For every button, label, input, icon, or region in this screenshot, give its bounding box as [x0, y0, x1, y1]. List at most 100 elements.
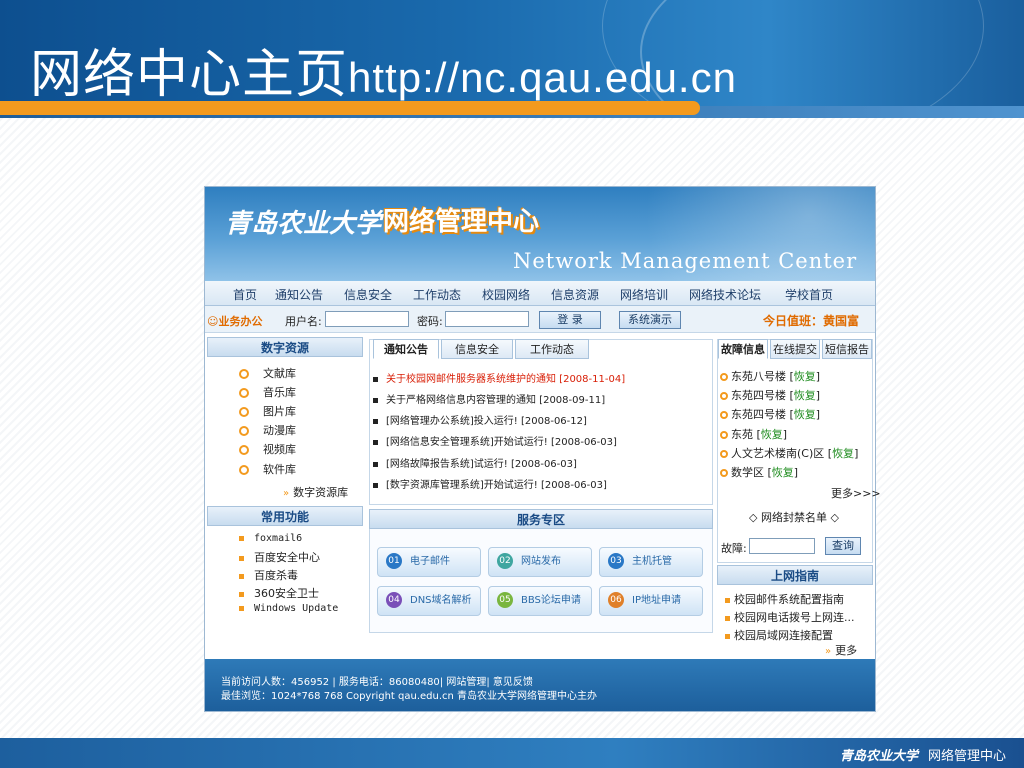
slide-footer: 青岛农业大学 网络管理中心: [0, 738, 1024, 768]
bullet-icon: [373, 439, 378, 445]
common-functions-header: 常用功能: [207, 506, 363, 526]
common-item[interactable]: 360安全卫士: [239, 585, 319, 601]
service-hosting[interactable]: 03 主机托管: [599, 547, 703, 577]
demo-button[interactable]: 系统演示: [619, 311, 681, 329]
bullet-icon: [239, 369, 249, 379]
common-item[interactable]: Windows Update: [239, 603, 338, 614]
bullet-icon: [720, 431, 728, 439]
news-item[interactable]: [网络故障报告系统]试运行! [2008-06-03]: [373, 455, 577, 470]
bullet-icon: [239, 535, 244, 541]
guide-item[interactable]: 校园局域网连接配置: [725, 627, 833, 643]
fault-more-link[interactable]: 更多>>>: [831, 485, 881, 501]
bullet-icon: [239, 426, 249, 436]
bullet-icon: [725, 615, 730, 621]
service-ip[interactable]: 06 IP地址申请: [599, 586, 703, 616]
service-email[interactable]: 01 电子邮件: [377, 547, 481, 577]
service-dns[interactable]: 04 DNS域名解析: [377, 586, 481, 616]
tab-sms-report[interactable]: 短信报告: [822, 339, 872, 359]
digital-more-link[interactable]: » 数字资源库: [283, 484, 348, 500]
duty-person: 今日值班：黄国富: [762, 314, 859, 328]
username-label: 用户名:: [285, 315, 322, 328]
bullet-icon: [720, 373, 728, 381]
fault-label: 故障:: [721, 542, 747, 555]
fault-item[interactable]: 人文艺术楼南(C)区 [恢复]: [720, 445, 858, 461]
nav-item-campus-net[interactable]: 校园网络: [482, 286, 530, 303]
tab-security[interactable]: 信息安全: [441, 339, 513, 359]
nav-item-notice[interactable]: 通知公告: [275, 286, 323, 303]
fault-item[interactable]: 东苑四号楼 [恢复]: [720, 406, 820, 422]
common-item[interactable]: 百度安全中心: [239, 549, 320, 565]
blocklist-link[interactable]: ◇ 网络封禁名单 ◇: [749, 509, 839, 525]
fault-item[interactable]: 东苑 [恢复]: [720, 426, 787, 442]
site-title-en: Network Management Center: [513, 249, 858, 273]
bullet-icon: [720, 450, 728, 458]
login-button[interactable]: 登 录: [539, 311, 601, 329]
nav-item-home[interactable]: 首页: [233, 286, 257, 303]
digital-item[interactable]: 软件库: [239, 461, 296, 477]
common-item[interactable]: foxmail6: [239, 533, 302, 544]
tab-online-submit[interactable]: 在线提交: [770, 339, 820, 359]
bullet-icon: [720, 411, 728, 419]
guide-more-link[interactable]: » 更多: [825, 642, 857, 658]
footer-line-2: 最佳浏览：1024*768 768 Copyright qau.edu.cn 青…: [221, 691, 598, 702]
digital-item[interactable]: 图片库: [239, 403, 296, 419]
service-website[interactable]: 02 网站发布: [488, 547, 592, 577]
news-item[interactable]: [网络信息安全管理系统]开始试运行! [2008-06-03]: [373, 433, 617, 448]
nav-item-resources[interactable]: 信息资源: [551, 286, 599, 303]
slide-title-cn: 网络中心主页: [30, 45, 349, 105]
tab-fault-info[interactable]: 故障信息: [718, 339, 768, 359]
bullet-icon: [373, 376, 378, 382]
bullet-icon: [720, 469, 728, 477]
site-title: 网络管理中心: [383, 207, 540, 237]
nav-item-school-home[interactable]: 学校首页: [785, 286, 833, 303]
bullet-icon: [239, 605, 244, 611]
fault-input[interactable]: [749, 538, 815, 554]
digital-resources-header: 数字资源: [207, 337, 363, 357]
bullet-icon: [720, 392, 728, 400]
bullet-icon: [373, 397, 378, 403]
bullet-icon: [239, 591, 244, 597]
double-chevron-icon: »: [283, 488, 290, 499]
password-input[interactable]: [445, 311, 529, 327]
bullet-icon: [373, 418, 378, 424]
nav-item-forum[interactable]: 网络技术论坛: [689, 286, 761, 303]
tab-work[interactable]: 工作动态: [515, 339, 589, 359]
bullet-icon: [239, 445, 249, 455]
nav-item-work[interactable]: 工作动态: [413, 286, 461, 303]
bullet-icon: [725, 633, 730, 639]
nav-item-security[interactable]: 信息安全: [344, 286, 392, 303]
common-item[interactable]: 百度杀毒: [239, 567, 298, 583]
guide-header: 上网指南: [717, 565, 873, 585]
site-banner: 青岛农业大学 网络管理中心 Network Management Center: [205, 187, 875, 281]
footer-logo: 青岛农业大学: [839, 749, 918, 764]
fault-item[interactable]: 数学区 [恢复]: [720, 464, 798, 480]
password-label: 密码:: [417, 315, 443, 328]
news-item[interactable]: [网络管理办公系统]投入运行! [2008-06-12]: [373, 412, 587, 427]
service-bbs[interactable]: 05 BBS论坛申请: [488, 586, 592, 616]
bullet-icon: [373, 461, 378, 467]
tab-notice[interactable]: 通知公告: [373, 339, 439, 359]
bullet-icon: [239, 555, 244, 561]
footer-org: 网络管理中心: [927, 749, 1006, 764]
bullet-icon: [725, 597, 730, 603]
news-item[interactable]: 关于校园网邮件服务器系统维护的通知 [2008-11-04]: [373, 370, 625, 385]
service-header: 服务专区: [369, 509, 713, 529]
guide-item[interactable]: 校园邮件系统配置指南: [725, 591, 844, 607]
news-item[interactable]: 关于严格网络信息内容管理的通知 [2008-09-11]: [373, 391, 605, 406]
query-button[interactable]: 查询: [825, 537, 861, 555]
fault-item[interactable]: 东苑四号楼 [恢复]: [720, 387, 820, 403]
fault-item[interactable]: 东苑八号楼 [恢复]: [720, 368, 820, 384]
university-logo: 青岛农业大学: [225, 209, 382, 239]
digital-item[interactable]: 文献库: [239, 365, 296, 381]
digital-item[interactable]: 视频库: [239, 441, 296, 457]
site-footer: 当前访问人数：456952 | 服务电话：86080480| 网站管理| 意见反…: [205, 659, 875, 711]
username-input[interactable]: [325, 311, 409, 327]
bullet-icon: [373, 482, 378, 488]
digital-item[interactable]: 音乐库: [239, 384, 296, 400]
news-item[interactable]: [数字资源库管理系统]开始试运行! [2008-06-03]: [373, 476, 607, 491]
slide-title-url: http://nc.qau.edu.cn: [348, 54, 737, 101]
nav-item-training[interactable]: 网络培训: [620, 286, 668, 303]
digital-item[interactable]: 动漫库: [239, 422, 296, 438]
guide-item[interactable]: 校园网电话拨号上网连...: [725, 609, 855, 625]
slide-title: 网络中心主页http://nc.qau.edu.cn: [30, 32, 737, 107]
